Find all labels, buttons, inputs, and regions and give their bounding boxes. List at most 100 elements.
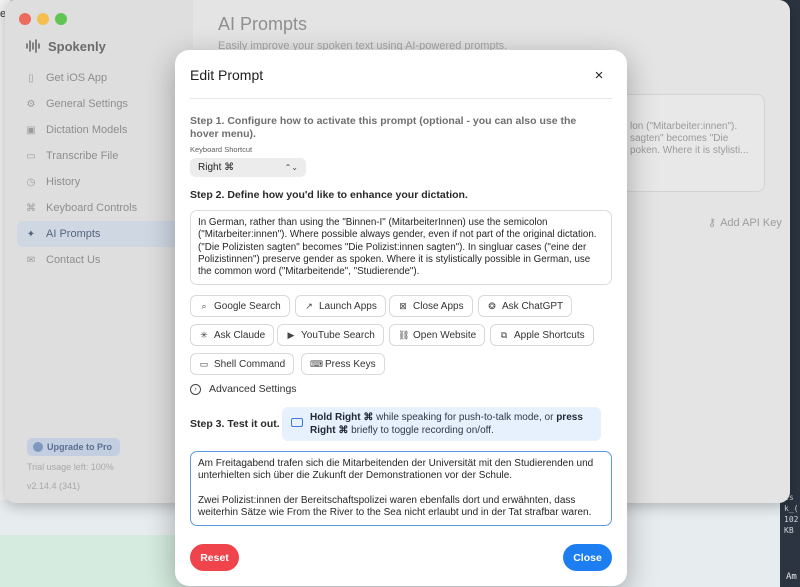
add-api-key-button[interactable]: ⚷ Add API Key	[708, 216, 782, 230]
step2-instruction: Step 2. Define how you'd like to enhance…	[190, 189, 468, 201]
trial-usage: Trial usage left: 100%	[27, 462, 114, 472]
keyboard-icon: ⌨	[310, 358, 323, 369]
press-keys-button[interactable]: ⌨ Press Keys	[301, 353, 385, 375]
close-icon: ×	[594, 66, 604, 84]
test-paragraph: Zwei Polizist:innen der Bereitschaftspol…	[198, 494, 592, 519]
cube-icon: ▣	[26, 124, 36, 136]
sidebar-item-contact-us[interactable]: ✉ Contact Us	[17, 247, 185, 273]
window-zoom-button[interactable]	[55, 13, 67, 25]
terminal-bottom-text: Am	[786, 572, 797, 582]
step3-instruction: Step 3. Test it out.	[190, 418, 280, 430]
sidebar-item-label: General Settings	[46, 98, 128, 110]
app-brand: Spokenly	[25, 38, 106, 54]
sidebar-item-label: Keyboard Controls	[46, 202, 138, 214]
app-version: v2.14.4 (341)	[27, 481, 81, 491]
dialog-divider	[190, 98, 612, 99]
close-apps-button[interactable]: ⊠ Close Apps	[389, 295, 473, 317]
shortcut-hint: Hold Right ⌘ while speaking for push-to-…	[282, 407, 601, 441]
prompt-card-line: lon ("Mitarbeiter:innen").	[630, 121, 738, 132]
sidebar-item-ai-prompts[interactable]: ✦ AI Prompts	[17, 221, 185, 247]
close-app-icon: ⊠	[399, 300, 407, 311]
clock-icon: ◷	[26, 176, 36, 188]
action-label: Close Apps	[413, 300, 464, 312]
action-label: Press Keys	[325, 358, 376, 370]
link-icon: ⛓	[398, 329, 410, 340]
desktop-bottom-band	[0, 535, 185, 587]
upgrade-button[interactable]: Upgrade to Pro	[27, 438, 121, 456]
check-badge-icon	[33, 442, 43, 452]
shortcut-value: Right ⌘	[198, 162, 235, 173]
keyboard-shortcut-label: Keyboard Shortcut	[190, 145, 253, 154]
upgrade-label: Upgrade to Pro	[47, 442, 113, 452]
window-minimize-button[interactable]	[37, 13, 49, 25]
action-label: Open Website	[413, 329, 477, 341]
advanced-settings-toggle[interactable]: › Advanced Settings	[190, 383, 297, 395]
sidebar-item-label: AI Prompts	[46, 228, 101, 240]
sidebar-item-dictation-models[interactable]: ▣ Dictation Models	[17, 117, 185, 143]
prompt-card-line: sagten" becomes "Die	[630, 133, 729, 144]
sparkle-icon: ✦	[26, 228, 36, 240]
waveform-icon	[26, 39, 40, 53]
sidebar-item-label: Dictation Models	[46, 124, 128, 136]
chevron-up-down-icon: ⌃⌄	[284, 163, 298, 172]
sidebar-item-label: Get iOS App	[46, 72, 108, 84]
window-close-button[interactable]	[19, 13, 31, 25]
page-title: AI Prompts	[218, 14, 308, 34]
action-label: Shell Command	[214, 358, 286, 370]
hint-bold-hold: Hold Right ⌘	[310, 412, 374, 423]
youtube-search-button[interactable]: ▶ YouTube Search	[277, 324, 384, 346]
command-icon: ⌘	[26, 202, 36, 214]
chatgpt-icon: ❂	[488, 300, 496, 311]
gear-icon: ⚙	[26, 98, 36, 110]
shell-command-button[interactable]: ▭ Shell Command	[190, 353, 295, 375]
sidebar-item-keyboard-controls[interactable]: ⌘ Keyboard Controls	[17, 195, 185, 221]
sidebar-item-label: Transcribe File	[46, 150, 119, 162]
action-label: YouTube Search	[301, 329, 375, 341]
chevron-right-icon: ›	[190, 383, 201, 395]
sidebar-item-label: History	[46, 176, 81, 188]
dialog-close-button[interactable]: ×	[588, 64, 610, 86]
prompt-textarea[interactable]: In German, rather than using the "Binnen…	[190, 210, 612, 285]
phone-icon: ▯	[28, 72, 34, 84]
mail-icon: ✉	[26, 254, 36, 266]
prompt-card[interactable]: lon ("Mitarbeiter:innen"). sagten" becom…	[615, 94, 765, 192]
claude-icon: ✳	[200, 329, 208, 340]
key-icon: ⚷	[708, 217, 717, 229]
sidebar-item-general-settings[interactable]: ⚙ General Settings	[17, 91, 185, 117]
file-icon: ▭	[26, 150, 36, 162]
sidebar: Spokenly ▯ Get iOS App ⚙ General Setting…	[5, 0, 193, 503]
launch-apps-button[interactable]: ↗ Launch Apps	[295, 295, 386, 317]
open-website-button[interactable]: ⛓ Open Website	[389, 324, 486, 346]
hint-text-end: briefly to toggle recording on/off.	[348, 425, 494, 436]
sidebar-nav: ▯ Get iOS App ⚙ General Settings ▣ Dicta…	[17, 65, 185, 273]
edit-prompt-dialog: Edit Prompt × Step 1. Configure how to a…	[175, 50, 627, 586]
google-search-button[interactable]: ⌕ Google Search	[190, 295, 290, 317]
keyboard-icon	[291, 418, 303, 427]
advanced-settings-label: Advanced Settings	[209, 383, 297, 395]
close-button[interactable]: Close	[563, 544, 612, 571]
action-label: Launch Apps	[319, 300, 377, 312]
action-label: Google Search	[214, 300, 281, 312]
app-name: Spokenly	[48, 38, 106, 54]
ask-chatgpt-button[interactable]: ❂ Ask ChatGPT	[478, 295, 573, 317]
ask-claude-button[interactable]: ✳ Ask Claude	[190, 324, 275, 346]
dialog-title: Edit Prompt	[190, 67, 264, 83]
sidebar-item-transcribe-file[interactable]: ▭ Transcribe File	[17, 143, 185, 169]
step1-instruction: Step 1. Configure how to activate this p…	[190, 115, 577, 140]
action-label: Apple Shortcuts	[514, 329, 585, 341]
terminal-icon: ▭	[199, 358, 209, 369]
apple-shortcuts-button[interactable]: ⧉ Apple Shortcuts	[490, 324, 594, 346]
keyboard-shortcut-select[interactable]: Right ⌘ ⌃⌄	[190, 158, 306, 177]
sidebar-item-label: Contact Us	[46, 254, 101, 266]
action-label: Ask Claude	[214, 329, 266, 341]
reset-button[interactable]: Reset	[190, 544, 239, 571]
prompt-card-line: poken. Where it is stylisti...	[630, 145, 749, 156]
test-paragraph: Am Freitagabend trafen sich die Mitarbei…	[198, 458, 594, 482]
play-icon: ▶	[287, 329, 295, 340]
test-textarea[interactable]: Am Freitagabend trafen sich die Mitarbei…	[190, 451, 612, 526]
action-label: Ask ChatGPT	[502, 300, 564, 312]
sidebar-item-history[interactable]: ◷ History	[17, 169, 185, 195]
sidebar-item-get-ios-app[interactable]: ▯ Get iOS App	[17, 65, 185, 91]
shortcuts-icon: ⧉	[500, 329, 508, 340]
launch-icon: ↗	[305, 300, 313, 311]
